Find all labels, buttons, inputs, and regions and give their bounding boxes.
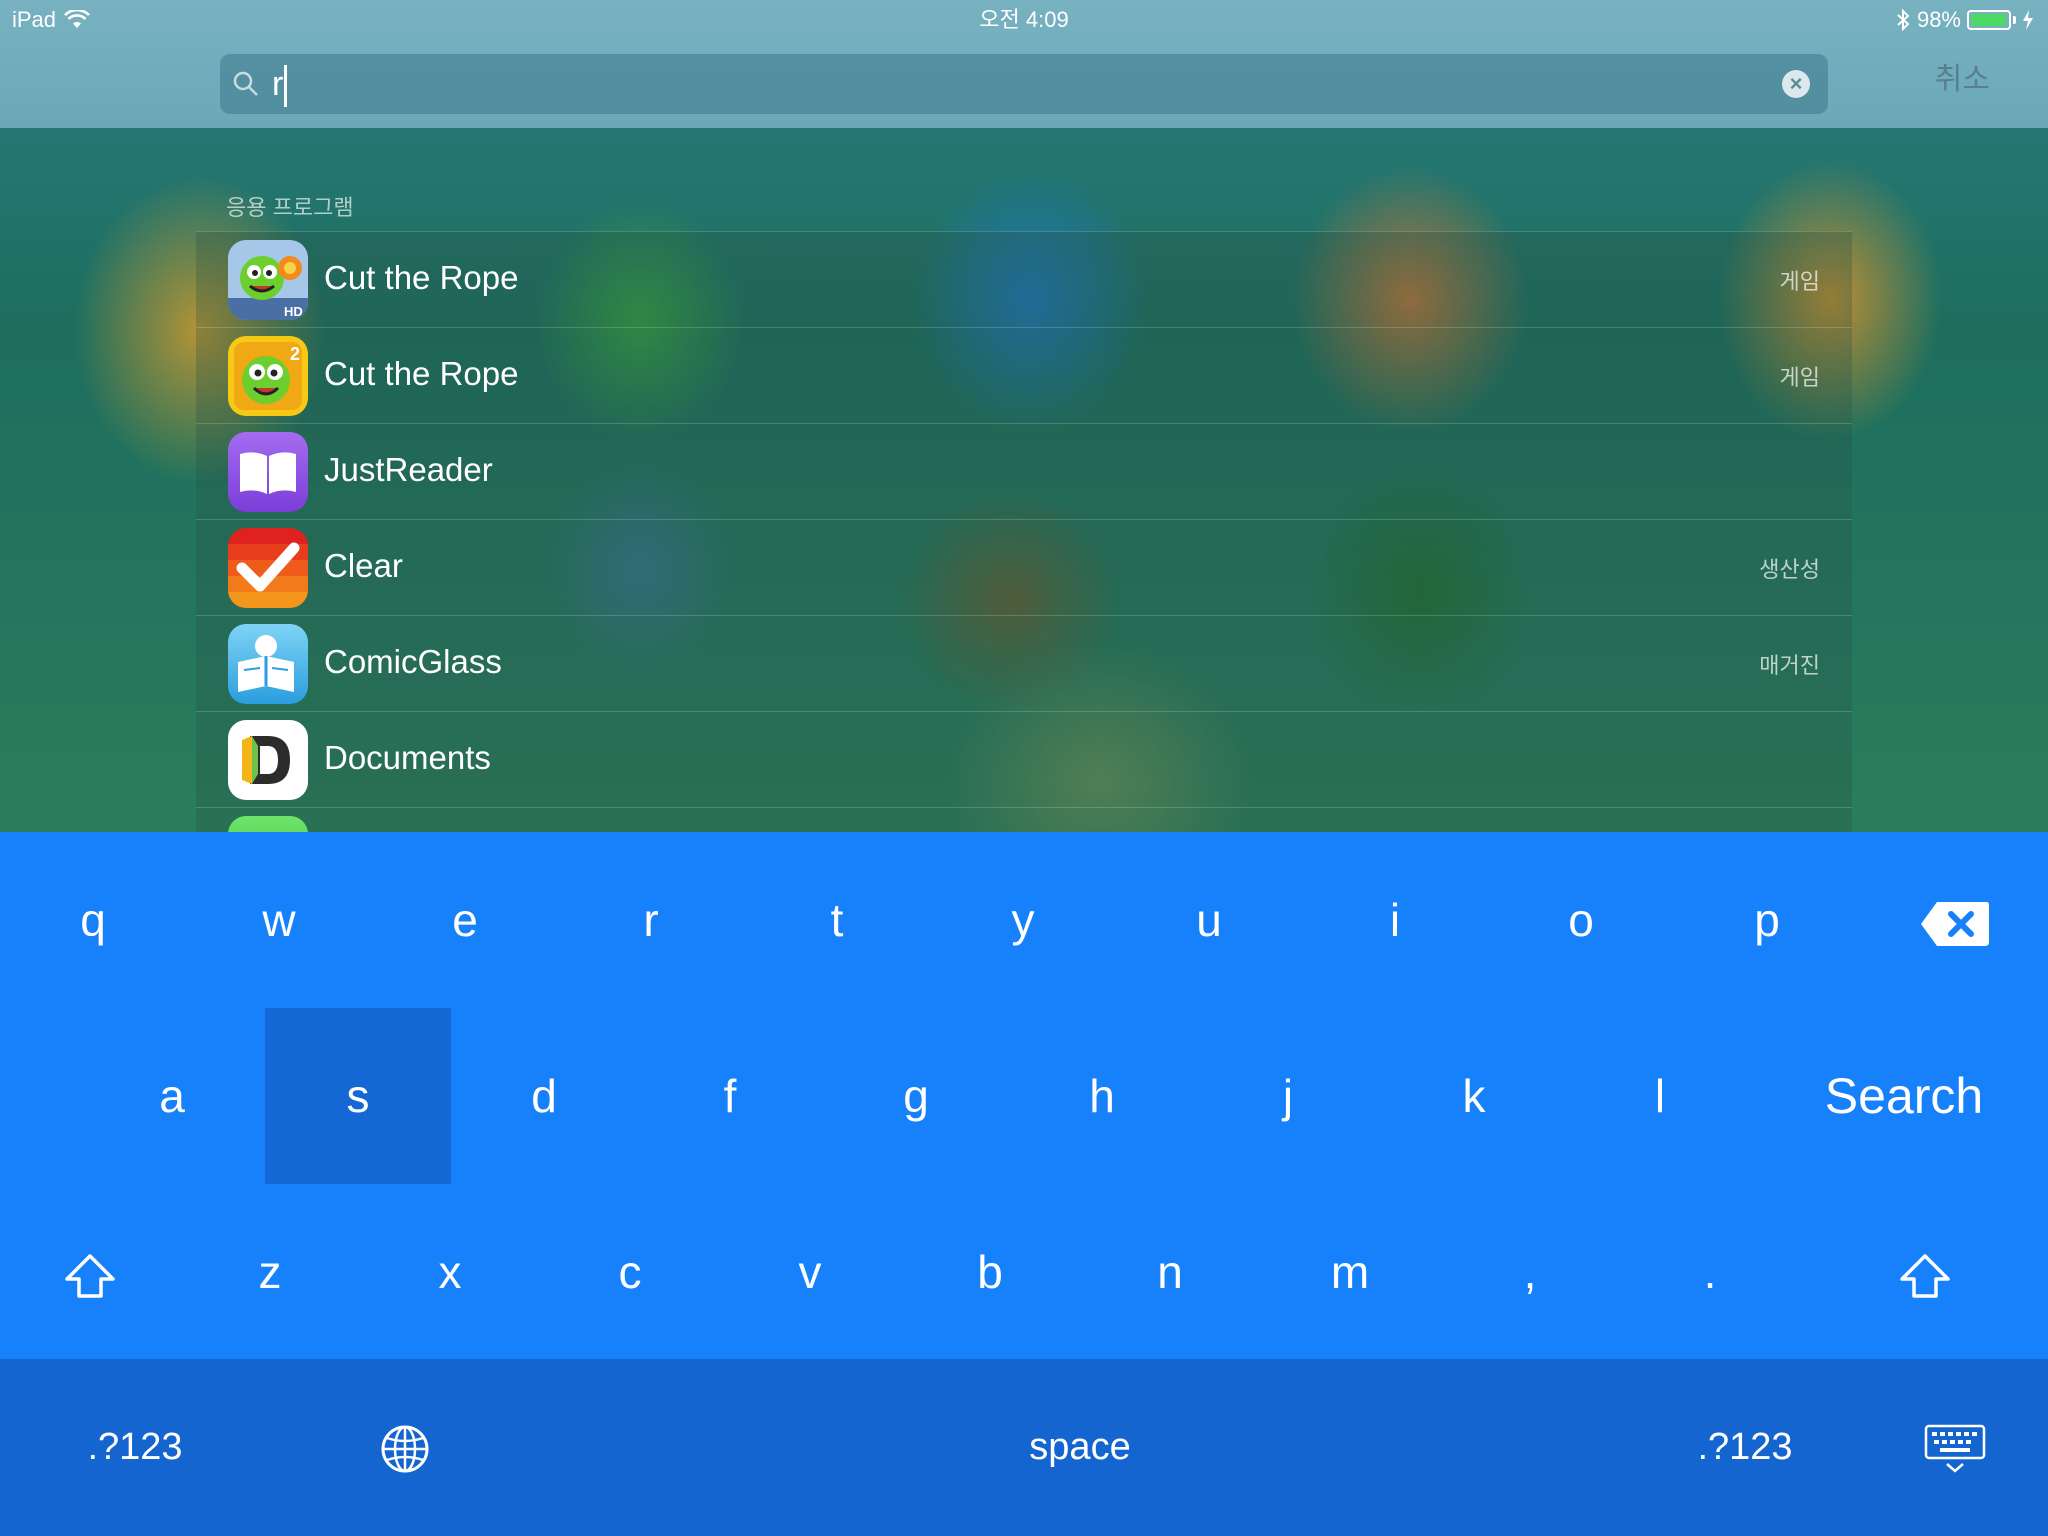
key-h[interactable]: h bbox=[1009, 1008, 1195, 1184]
dismiss-keyboard-key[interactable] bbox=[1880, 1359, 2030, 1536]
result-item[interactable]: Documents bbox=[196, 711, 1852, 807]
key-w[interactable]: w bbox=[186, 832, 372, 1008]
app-category: 게임 bbox=[1779, 269, 1820, 294]
result-item[interactable]: HD Cut the Rope 게임 bbox=[196, 231, 1852, 327]
space-key[interactable]: space bbox=[540, 1359, 1620, 1536]
clear-search-button[interactable]: × bbox=[1782, 70, 1810, 98]
app-name: ComicGlass bbox=[324, 643, 502, 680]
key-d[interactable]: d bbox=[451, 1008, 637, 1184]
key-m[interactable]: m bbox=[1257, 1184, 1443, 1360]
search-query: r bbox=[272, 65, 284, 103]
app-name: Cut the Rope bbox=[324, 355, 519, 392]
globe-icon bbox=[381, 1425, 429, 1473]
battery-percent: 98% bbox=[1916, 7, 1961, 32]
key-j[interactable]: j bbox=[1195, 1008, 1381, 1184]
shift-key-left[interactable] bbox=[0, 1184, 180, 1360]
key-period[interactable]: . bbox=[1617, 1184, 1803, 1360]
cut-the-rope-2-icon: 2 bbox=[228, 336, 308, 416]
key-comma[interactable]: , bbox=[1437, 1184, 1623, 1360]
battery-icon bbox=[1967, 10, 2011, 30]
documents-icon bbox=[228, 720, 308, 800]
app-name: Cut the Rope bbox=[324, 259, 519, 296]
key-e[interactable]: e bbox=[372, 832, 558, 1008]
text-caret bbox=[284, 65, 288, 108]
key-f[interactable]: f bbox=[637, 1008, 823, 1184]
key-i[interactable]: i bbox=[1302, 832, 1488, 1008]
key-x[interactable]: x bbox=[357, 1184, 543, 1360]
search-icon bbox=[233, 71, 258, 96]
key-l[interactable]: l bbox=[1567, 1008, 1753, 1184]
svg-text:HD: HD bbox=[284, 304, 303, 319]
clock: 오전 4:09 bbox=[979, 7, 1069, 32]
key-o[interactable]: o bbox=[1488, 832, 1674, 1008]
app-name: Documents bbox=[324, 739, 491, 776]
justreader-icon bbox=[228, 432, 308, 512]
result-item[interactable] bbox=[196, 807, 1852, 832]
app-name: JustReader bbox=[324, 451, 493, 488]
cancel-button[interactable]: 취소 bbox=[1935, 60, 1990, 100]
backspace-icon bbox=[1921, 901, 1989, 946]
numbers-key-left[interactable]: .?123 bbox=[0, 1359, 270, 1536]
key-u[interactable]: u bbox=[1116, 832, 1302, 1008]
backspace-key[interactable] bbox=[1862, 832, 2048, 1008]
key-r[interactable]: r bbox=[558, 832, 744, 1008]
on-screen-keyboard: q w e r t y u i o p a s d f g h j k l Se… bbox=[0, 832, 2048, 1536]
key-q[interactable]: q bbox=[0, 832, 186, 1008]
key-a[interactable]: a bbox=[79, 1008, 265, 1184]
globe-key[interactable] bbox=[315, 1359, 495, 1536]
app-category: 매거진 bbox=[1759, 653, 1820, 678]
key-c[interactable]: c bbox=[537, 1184, 723, 1360]
bluetooth-icon bbox=[1897, 8, 1910, 32]
numbers-key-right[interactable]: .?123 bbox=[1610, 1359, 1880, 1536]
key-v[interactable]: v bbox=[717, 1184, 903, 1360]
key-p[interactable]: p bbox=[1674, 832, 1860, 1008]
key-g[interactable]: g bbox=[823, 1008, 1009, 1184]
keyboard-dismiss-icon bbox=[1924, 1424, 1986, 1473]
result-item[interactable]: 2 Cut the Rope 게임 bbox=[196, 327, 1852, 423]
key-z[interactable]: z bbox=[177, 1184, 363, 1360]
cut-the-rope-hd-icon: HD bbox=[228, 240, 308, 320]
clear-icon bbox=[228, 528, 308, 608]
key-b[interactable]: b bbox=[897, 1184, 1083, 1360]
comicglass-icon bbox=[228, 624, 308, 704]
svg-text:2: 2 bbox=[290, 344, 300, 364]
section-title: 응용 프로그램 bbox=[226, 195, 354, 220]
status-bar-right: 98% bbox=[1895, 0, 2034, 40]
search-header: iPad 오전 4:09 98% r × 취소 bbox=[0, 0, 2048, 128]
search-input[interactable]: r × bbox=[220, 54, 1828, 114]
key-t[interactable]: t bbox=[744, 832, 930, 1008]
key-y[interactable]: y bbox=[930, 832, 1116, 1008]
app-category: 생산성 bbox=[1759, 557, 1820, 582]
search-key[interactable]: Search bbox=[1760, 1008, 2048, 1184]
shift-icon bbox=[65, 1254, 115, 1298]
charging-bolt-icon bbox=[2023, 10, 2033, 30]
result-item[interactable]: JustReader bbox=[196, 423, 1852, 519]
shift-key-right[interactable] bbox=[1832, 1184, 2018, 1360]
key-s[interactable]: s bbox=[265, 1008, 451, 1184]
search-results-list: HD Cut the Rope 게임 2 Cut the Rope 게임 Jus… bbox=[196, 231, 1852, 832]
key-k[interactable]: k bbox=[1381, 1008, 1567, 1184]
keyboard-bottom-row: .?123 space .?123 bbox=[0, 1359, 2048, 1536]
app-name: Clear bbox=[324, 547, 403, 584]
result-item[interactable]: Clear 생산성 bbox=[196, 519, 1852, 615]
key-n[interactable]: n bbox=[1077, 1184, 1263, 1360]
app-icon-partial bbox=[228, 816, 308, 832]
shift-icon bbox=[1900, 1254, 1950, 1298]
app-category: 게임 bbox=[1779, 365, 1820, 390]
result-item[interactable]: ComicGlass 매거진 bbox=[196, 615, 1852, 711]
